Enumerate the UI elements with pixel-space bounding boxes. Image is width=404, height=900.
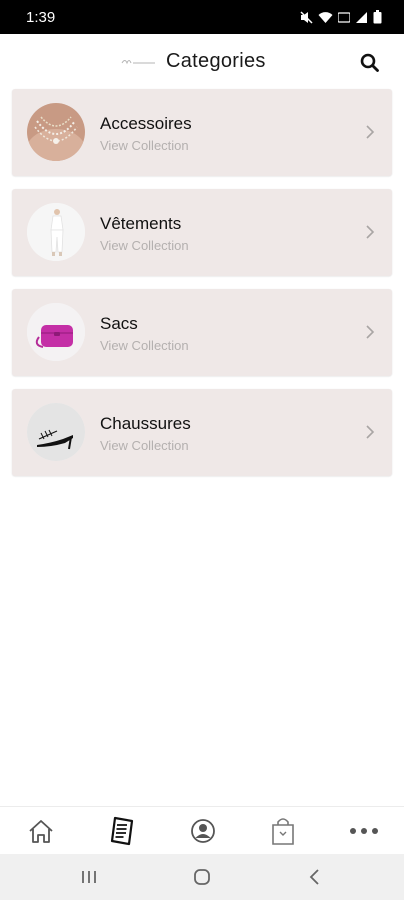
chevron-right-icon: [366, 425, 375, 439]
recent-apps-icon[interactable]: [79, 867, 99, 887]
category-list: Accessoires View Collection Vêtements Vi…: [12, 89, 392, 489]
home-icon: [29, 820, 53, 843]
necklace-photo: [27, 103, 85, 161]
tab-home[interactable]: [26, 816, 56, 846]
white-outfit-photo: [27, 203, 85, 261]
tab-catalog[interactable]: [107, 816, 137, 846]
app-header: Categories: [0, 34, 404, 90]
more-icon: [350, 828, 378, 834]
status-bar: 1:39: [0, 0, 404, 34]
account-icon: [191, 819, 215, 843]
category-subtitle: View Collection: [100, 438, 189, 453]
mute-icon: [300, 10, 313, 24]
category-name: Sacs: [100, 314, 138, 333]
battery-icon: [373, 10, 382, 24]
category-subtitle: View Collection: [100, 338, 189, 353]
category-subtitle: View Collection: [100, 138, 189, 153]
volte-icon: [338, 11, 350, 23]
chevron-right-icon: [366, 325, 375, 339]
catalog-icon: [110, 816, 134, 846]
chevron-right-icon: [366, 225, 375, 239]
tab-more[interactable]: [349, 816, 379, 846]
tab-shopping-bag[interactable]: [268, 816, 298, 846]
status-time: 1:39: [26, 9, 56, 26]
category-card-sacs[interactable]: Sacs View Collection: [12, 289, 392, 376]
brand-logo: [121, 60, 155, 65]
magenta-bag-photo: [27, 303, 85, 361]
status-icons: [300, 10, 382, 24]
back-icon[interactable]: [305, 867, 325, 887]
chevron-right-icon: [366, 125, 375, 139]
system-nav-bar: [0, 854, 404, 900]
wifi-icon: [318, 11, 333, 23]
black-heels-photo: [27, 403, 85, 461]
category-name: Accessoires: [100, 114, 192, 133]
tab-account[interactable]: [188, 816, 218, 846]
shopping-bag-icon: [272, 818, 294, 845]
category-name: Vêtements: [100, 214, 182, 233]
bottom-tab-bar: [0, 806, 404, 855]
search-icon[interactable]: [357, 50, 383, 76]
category-name: Chaussures: [100, 414, 191, 433]
home-button-icon[interactable]: [192, 867, 212, 887]
category-card-accessoires[interactable]: Accessoires View Collection: [12, 89, 392, 176]
category-subtitle: View Collection: [100, 238, 189, 253]
category-card-chaussures[interactable]: Chaussures View Collection: [12, 389, 392, 476]
category-card-vetements[interactable]: Vêtements View Collection: [12, 189, 392, 276]
page-title: Categories: [166, 50, 266, 72]
signal-icon: [356, 11, 367, 23]
